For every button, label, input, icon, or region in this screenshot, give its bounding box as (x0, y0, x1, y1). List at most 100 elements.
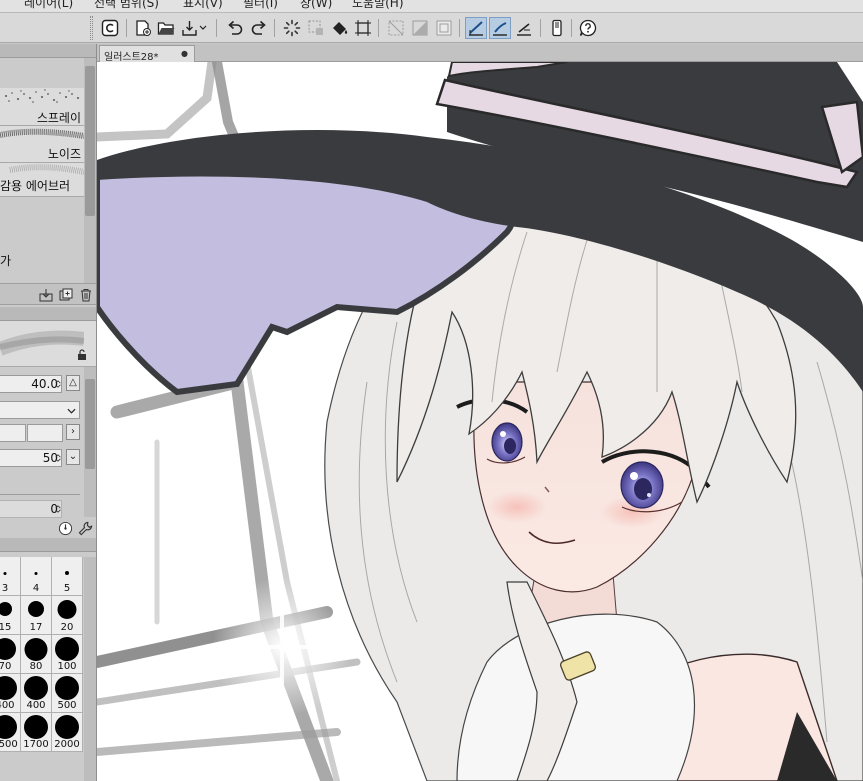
duplicate-icon[interactable] (59, 288, 73, 302)
brush-size-cell[interactable]: 70 (0, 635, 21, 674)
sub-tool-label: 노이즈 (47, 147, 81, 161)
new-file-icon (136, 20, 151, 36)
clear-selection-button[interactable] (305, 17, 327, 39)
clock-icon[interactable] (58, 521, 73, 536)
menu-layer[interactable]: 레이어(L) (24, 0, 73, 11)
help-button[interactable] (577, 17, 599, 39)
brush-size-cell[interactable]: 500 (52, 674, 83, 713)
brush-size-grid: 3 4 5 15 17 20 70 80 100 400 400 500 150… (0, 557, 84, 759)
expand-button[interactable]: › (66, 424, 80, 440)
toolbar-separator (378, 19, 379, 37)
spinner-icon[interactable] (54, 378, 62, 390)
command-bar (0, 13, 863, 43)
transform-icon (355, 20, 371, 36)
spinner-icon[interactable] (54, 503, 62, 515)
snap-icon (436, 20, 452, 36)
brush-shape-dropdown[interactable] (0, 401, 80, 419)
sub-tool-partial-label: 가 (0, 254, 12, 268)
brush-size-cell[interactable]: 15 (0, 596, 21, 635)
clear-selection-icon (308, 20, 323, 35)
companion-mode-button[interactable] (546, 17, 568, 39)
menu-window[interactable]: 창(W) (300, 0, 332, 11)
brush-size-cell[interactable]: 3 (0, 557, 21, 596)
artwork (97, 62, 863, 781)
expand-selection-button[interactable] (433, 17, 455, 39)
menu-view[interactable]: 표시(V) (183, 0, 223, 11)
clip-studio-icon (101, 19, 119, 37)
ruler-pen-icon (469, 21, 483, 36)
brush-size-cell[interactable]: 1700 (21, 713, 52, 752)
sub-tool-scrollbar[interactable] (84, 58, 96, 283)
invert-selection-button[interactable] (409, 17, 431, 39)
brush-stroke-preview (0, 330, 84, 356)
sub-tool-header (0, 44, 96, 58)
redo-button[interactable] (248, 17, 270, 39)
noise-stroke-preview (0, 128, 84, 139)
menu-filter[interactable]: 필터(I) (243, 0, 278, 11)
menu-selection[interactable]: 선택 범위(S) (94, 0, 159, 11)
chevron-down-icon (67, 408, 76, 414)
segment-left[interactable] (0, 424, 26, 442)
toolbar-separator (274, 19, 275, 37)
segment-right[interactable] (27, 424, 63, 442)
brush-size-cell[interactable]: 2000 (52, 713, 83, 752)
clip-studio-button[interactable] (99, 17, 121, 39)
modified-indicator: ● (181, 49, 188, 58)
open-folder-icon (157, 22, 175, 35)
brush-size-header (0, 538, 96, 552)
document-tab[interactable]: 일러스트28* ● (99, 45, 195, 63)
opacity-field[interactable]: 50 (0, 449, 62, 467)
menu-bar: 레이어(L) 선택 범위(S) 표시(V) 필터(I) 창(W) 도움말(H) (0, 0, 863, 13)
toolbar-grip[interactable] (90, 16, 93, 40)
pressure-settings-button[interactable]: △ (66, 375, 80, 391)
clip-studio-window: 레이어(L) 선택 범위(S) 표시(V) 필터(I) 창(W) 도움말(H) (0, 0, 863, 781)
lock-icon[interactable] (76, 349, 88, 361)
sub-tool-label: 스프레이 (36, 111, 81, 125)
open-button[interactable] (155, 17, 177, 39)
fill-icon (333, 22, 348, 35)
blush-left (487, 491, 547, 523)
trash-icon[interactable] (79, 288, 93, 302)
fill-button[interactable] (329, 17, 351, 39)
snap-special-ruler-button[interactable] (489, 17, 511, 39)
toolbar-separator (571, 19, 572, 37)
tool-property-scrollbar[interactable] (84, 367, 96, 517)
scroll-thumb[interactable] (85, 379, 95, 469)
snap-grid-button[interactable] (513, 17, 535, 39)
hide-selection-button[interactable] (385, 17, 407, 39)
transform-button[interactable] (352, 17, 374, 39)
triangle-up-icon: △ (69, 377, 77, 388)
brush-size-cell[interactable]: 4 (21, 557, 52, 596)
spinner-icon[interactable] (54, 452, 62, 464)
wrench-icon[interactable] (78, 521, 93, 536)
chevron-double-down-icon: ⌄ (68, 451, 78, 462)
brush-size-cell[interactable]: 5 (52, 557, 83, 596)
airbrush-stroke-preview (9, 164, 84, 175)
brush-size-cell[interactable]: 400 (21, 674, 52, 713)
snap-ruler-button[interactable] (465, 17, 487, 39)
angle-field[interactable]: 0 (0, 500, 62, 518)
brush-size-cell[interactable]: 1500 (0, 713, 21, 752)
opacity-pressure-button[interactable]: ⌄ (66, 449, 80, 465)
brush-size-cell[interactable]: 20 (52, 596, 83, 635)
brush-size-cell[interactable]: 17 (21, 596, 52, 635)
sub-tool-noise[interactable]: 노이즈 (0, 126, 84, 163)
loading-icon (283, 19, 301, 37)
redo-icon (251, 20, 266, 35)
canvas[interactable] (97, 62, 863, 781)
toolbar-separator (126, 19, 127, 37)
brush-size-scrollbar[interactable] (84, 557, 96, 781)
brush-size-cell[interactable]: 400 (0, 674, 21, 713)
brush-size-cell[interactable]: 80 (21, 635, 52, 674)
undo-button[interactable] (224, 17, 246, 39)
tool-property-header (0, 307, 96, 321)
sub-tool-spray[interactable]: 스프레이 (0, 88, 84, 126)
scroll-thumb[interactable] (85, 66, 95, 216)
brush-size-cell[interactable]: 100 (52, 635, 83, 674)
new-file-button[interactable] (132, 17, 154, 39)
import-icon[interactable] (39, 288, 53, 302)
sub-tool-airbrush[interactable]: 감용 에어브러 (0, 163, 84, 197)
save-button[interactable] (179, 17, 209, 39)
menu-help[interactable]: 도움말(H) (352, 0, 404, 11)
brush-size-field[interactable]: 40.0 (0, 375, 62, 393)
